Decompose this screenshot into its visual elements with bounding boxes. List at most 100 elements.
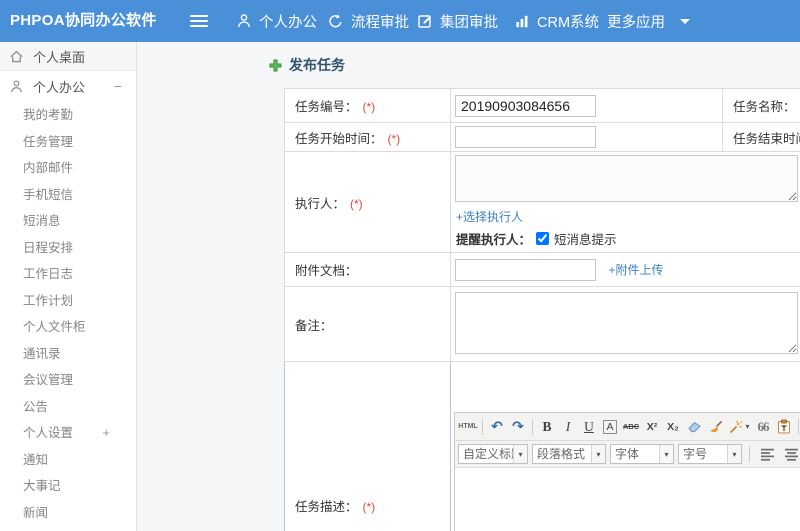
- select-value: 字体: [615, 447, 640, 461]
- field-label: 附件文档：: [295, 264, 358, 278]
- edit-icon: [417, 13, 433, 29]
- sidebar-item-label: 通讯录: [23, 346, 61, 361]
- expand-plus-icon[interactable]: +: [102, 420, 110, 447]
- nav-label: 个人办公: [259, 14, 317, 31]
- sidebar-item-label: 工作计划: [23, 293, 74, 308]
- form-row-remark: 备注：: [284, 286, 800, 362]
- sidebar-item-task-management[interactable]: 任务管理: [0, 129, 136, 156]
- start-time-input[interactable]: [455, 126, 596, 148]
- page-title: 发布任务: [269, 55, 345, 75]
- sidebar-item-label: 个人桌面: [33, 49, 86, 65]
- sidebar-item-work-log[interactable]: 工作日志: [0, 261, 136, 288]
- align-center-icon: [784, 448, 799, 461]
- strikethrough-button[interactable]: ABC: [621, 417, 641, 437]
- sms-remind-label: 短消息提示: [554, 233, 617, 247]
- subscript-button[interactable]: X₂: [663, 417, 683, 437]
- chevron-down-icon: ▾: [591, 445, 605, 463]
- form-row-description: 任务描述： (*) HTML ↶ ↷ B I U A ABC X² X₂ ▾ 6…: [284, 361, 800, 531]
- sidebar-item-label: 公告: [23, 399, 49, 414]
- collapse-minus-icon[interactable]: −: [114, 71, 122, 102]
- select-value: 字号: [683, 447, 708, 461]
- sidebar-item-personal-desktop[interactable]: 个人桌面: [0, 42, 136, 71]
- toolbar-separator: [532, 418, 533, 435]
- bar-chart-icon: [514, 13, 530, 29]
- blockquote-button[interactable]: 66: [753, 417, 773, 437]
- nav-label: 集团审批: [440, 14, 498, 31]
- custom-title-select[interactable]: 自定义标题 ▾: [458, 444, 528, 464]
- sidebar-item-file-cabinet[interactable]: 个人文件柜: [0, 314, 136, 341]
- sidebar-item-work-plan[interactable]: 工作计划: [0, 288, 136, 315]
- toolbar-separator: [798, 418, 799, 435]
- nav-more-apps[interactable]: 更多应用: [607, 0, 690, 42]
- paste-plain-button[interactable]: [774, 417, 794, 437]
- eraser-icon: [687, 420, 702, 433]
- font-size-select[interactable]: 字号 ▾: [678, 444, 742, 464]
- remark-field-cell: [450, 286, 800, 362]
- sidebar-item-personal-office[interactable]: 个人办公 −: [0, 71, 136, 102]
- sidebar-item-attendance[interactable]: 我的考勤: [0, 102, 136, 129]
- format-painter-button[interactable]: [705, 417, 725, 437]
- nav-label: 更多应用: [607, 14, 665, 31]
- form-row-executor: 执行人： (*) +选择执行人 提醒执行人： 短消息提示: [284, 151, 800, 253]
- chevron-down-icon: [680, 18, 690, 24]
- required-mark: (*): [387, 131, 401, 146]
- sidebar-item-label: 日程安排: [23, 240, 74, 255]
- sidebar-item-personal-settings[interactable]: 个人设置 +: [0, 420, 136, 447]
- align-left-button[interactable]: [757, 444, 777, 464]
- toolbar-separator: [482, 418, 483, 435]
- paintbrush-icon: [708, 420, 723, 434]
- sidebar-item-internal-mail[interactable]: 内部邮件: [0, 155, 136, 182]
- executor-label-cell: 执行人： (*): [284, 151, 451, 253]
- sidebar-item-schedule[interactable]: 日程安排: [0, 235, 136, 262]
- nav-workflow-approval[interactable]: 流程审批: [327, 0, 409, 42]
- source-code-button[interactable]: HTML: [458, 417, 478, 437]
- attachment-input[interactable]: [455, 258, 596, 281]
- remove-format-button[interactable]: [684, 417, 704, 437]
- nav-group-approval[interactable]: 集团审批: [417, 0, 498, 42]
- redo-button[interactable]: ↷: [508, 417, 528, 437]
- underline-button[interactable]: U: [579, 417, 599, 437]
- remark-textarea[interactable]: [455, 291, 798, 354]
- sms-remind-checkbox[interactable]: [536, 232, 550, 245]
- topbar: PHPOA协同办公软件 个人办公 流程审批 集团审批 CRM系统 更多应用: [0, 0, 800, 42]
- chevron-down-icon: ▾: [513, 445, 527, 463]
- attachment-label-cell: 附件文档：: [284, 252, 451, 287]
- end-time-label-cell: 任务结束时间：(*): [722, 122, 800, 152]
- nav-personal-office[interactable]: 个人办公: [236, 0, 317, 42]
- bold-button[interactable]: B: [537, 417, 557, 437]
- remind-executor-row: 提醒执行人： 短消息提示: [456, 229, 800, 248]
- sidebar-item-news[interactable]: 新闻: [0, 500, 136, 527]
- editor-toolbar-row1: HTML ↶ ↷ B I U A ABC X² X₂ ▾ 66: [455, 413, 800, 441]
- sidebar-item-events[interactable]: 大事记: [0, 473, 136, 500]
- sidebar-item-meeting-management[interactable]: 会议管理: [0, 367, 136, 394]
- sidebar-item-short-message[interactable]: 短消息: [0, 208, 136, 235]
- font-family-select[interactable]: 字体 ▾: [610, 444, 674, 464]
- sidebar-item-label: 个人文件柜: [23, 320, 86, 334]
- task-name-label-cell: 任务名称：(*): [722, 88, 800, 123]
- nav-crm-system[interactable]: CRM系统: [514, 0, 599, 42]
- sidebar-item-label: 工作日志: [23, 267, 74, 281]
- undo-button[interactable]: ↶: [487, 417, 507, 437]
- task-no-input[interactable]: [455, 94, 596, 117]
- italic-button[interactable]: I: [558, 417, 578, 437]
- choose-executor-link[interactable]: +选择执行人: [456, 208, 523, 225]
- sidebar-item-contacts[interactable]: 通讯录: [0, 341, 136, 368]
- executor-textarea[interactable]: [455, 155, 798, 202]
- attachment-field-cell: +附件上传: [450, 252, 800, 287]
- sidebar-item-label: 任务管理: [23, 134, 74, 149]
- sidebar-item-label: 个人办公: [33, 80, 86, 95]
- sidebar-item-announcements[interactable]: 公告: [0, 394, 136, 421]
- publish-task-form: 任务编号：(*) 任务名称：(*) 任务开始时间：(*) 任务结束时间：(*): [284, 88, 800, 531]
- font-style-button[interactable]: A: [600, 417, 620, 437]
- sidebar-item-label: 个人设置: [23, 426, 74, 440]
- menu-toggle-icon[interactable]: [190, 15, 208, 27]
- upload-attachment-link[interactable]: +附件上传: [608, 261, 663, 278]
- sidebar-item-label: 新闻: [23, 505, 49, 520]
- align-center-button[interactable]: [781, 444, 800, 464]
- sidebar-item-notices[interactable]: 通知: [0, 447, 136, 474]
- editor-content[interactable]: [455, 468, 800, 531]
- sidebar-item-mobile-sms[interactable]: 手机短信: [0, 182, 136, 209]
- superscript-button[interactable]: X²: [642, 417, 662, 437]
- paragraph-format-select[interactable]: 段落格式 ▾: [532, 444, 606, 464]
- quick-format-button[interactable]: ▾: [726, 417, 752, 437]
